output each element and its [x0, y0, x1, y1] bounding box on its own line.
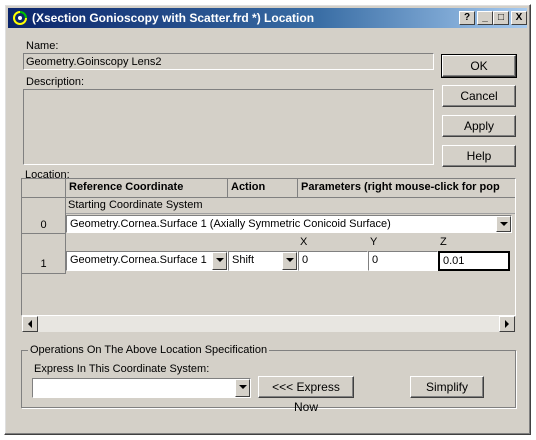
- row-header-1[interactable]: 1: [22, 234, 66, 274]
- horizontal-scrollbar[interactable]: [22, 316, 515, 332]
- starting-coordinate-value: Geometry.Cornea.Surface 1 (Axially Symme…: [70, 218, 391, 230]
- arrow-right-icon: [505, 320, 509, 328]
- description-field[interactable]: [23, 89, 434, 165]
- express-now-button[interactable]: <<< Express Now: [258, 376, 354, 414]
- help-title-button[interactable]: ?: [459, 11, 475, 25]
- reference-coordinate-combo[interactable]: Geometry.Cornea.Surface 1: [66, 251, 228, 271]
- location-grid[interactable]: Reference Coordinate Action Parameters (…: [21, 178, 516, 316]
- minimize-icon: _: [482, 12, 488, 23]
- ok-button[interactable]: OK: [441, 54, 517, 78]
- name-value: Geometry.Goinscopy Lens2: [26, 56, 162, 68]
- param-x-input[interactable]: 0: [298, 251, 368, 271]
- param-y-value: 0: [372, 254, 379, 266]
- name-label: Name:: [26, 40, 59, 52]
- param-x-value: 0: [302, 254, 309, 266]
- starting-coordinate-caption: Starting Coordinate System: [66, 199, 515, 214]
- question-icon: ?: [463, 12, 471, 23]
- scroll-left-button[interactable]: [22, 316, 38, 332]
- title-bar[interactable]: (Xsection Gonioscopy with Scatter.frd *)…: [8, 8, 527, 28]
- chevron-down-icon[interactable]: [496, 216, 511, 232]
- column-header-action[interactable]: Action: [228, 179, 298, 198]
- close-icon: X: [515, 12, 523, 23]
- operations-group-label: Operations On The Above Location Specifi…: [28, 344, 270, 356]
- help-button[interactable]: Help: [442, 145, 516, 167]
- app-icon: [13, 11, 27, 25]
- chevron-down-icon[interactable]: [282, 252, 297, 270]
- chevron-down-icon[interactable]: [235, 379, 250, 397]
- express-label: Express In This Coordinate System:: [34, 363, 210, 375]
- column-header-reference[interactable]: Reference Coordinate: [66, 179, 228, 198]
- param-label-x: X: [300, 236, 308, 248]
- name-field[interactable]: Geometry.Goinscopy Lens2: [23, 53, 434, 70]
- param-label-y: Y: [370, 236, 378, 248]
- arrow-left-icon: [28, 320, 32, 328]
- column-header-parameters[interactable]: Parameters (right mouse-click for pop: [298, 179, 515, 198]
- express-coordinate-combo[interactable]: [32, 378, 251, 398]
- maximize-button[interactable]: □: [493, 11, 509, 25]
- action-combo[interactable]: Shift: [228, 251, 298, 271]
- scroll-right-button[interactable]: [499, 316, 515, 332]
- corner-header: [22, 179, 66, 198]
- close-button[interactable]: X: [511, 11, 527, 25]
- action-value: Shift: [232, 254, 255, 266]
- maximize-icon: □: [497, 12, 505, 23]
- cancel-button[interactable]: Cancel: [442, 85, 516, 107]
- param-z-value: 0.01: [443, 255, 465, 267]
- apply-button[interactable]: Apply: [442, 115, 516, 137]
- reference-coordinate-value: Geometry.Cornea.Surface 1: [70, 254, 207, 266]
- window-title: (Xsection Gonioscopy with Scatter.frd *)…: [32, 11, 315, 25]
- param-label-z: Z: [440, 236, 447, 248]
- param-z-input[interactable]: 0.01: [438, 251, 510, 271]
- param-y-input[interactable]: 0: [368, 251, 438, 271]
- description-label: Description:: [26, 76, 85, 88]
- starting-coordinate-combo[interactable]: Geometry.Cornea.Surface 1 (Axially Symme…: [66, 215, 512, 233]
- chevron-down-icon[interactable]: [212, 252, 227, 270]
- simplify-button[interactable]: Simplify: [410, 376, 484, 398]
- row-header-0[interactable]: 0: [22, 198, 66, 234]
- minimize-button[interactable]: _: [477, 11, 493, 25]
